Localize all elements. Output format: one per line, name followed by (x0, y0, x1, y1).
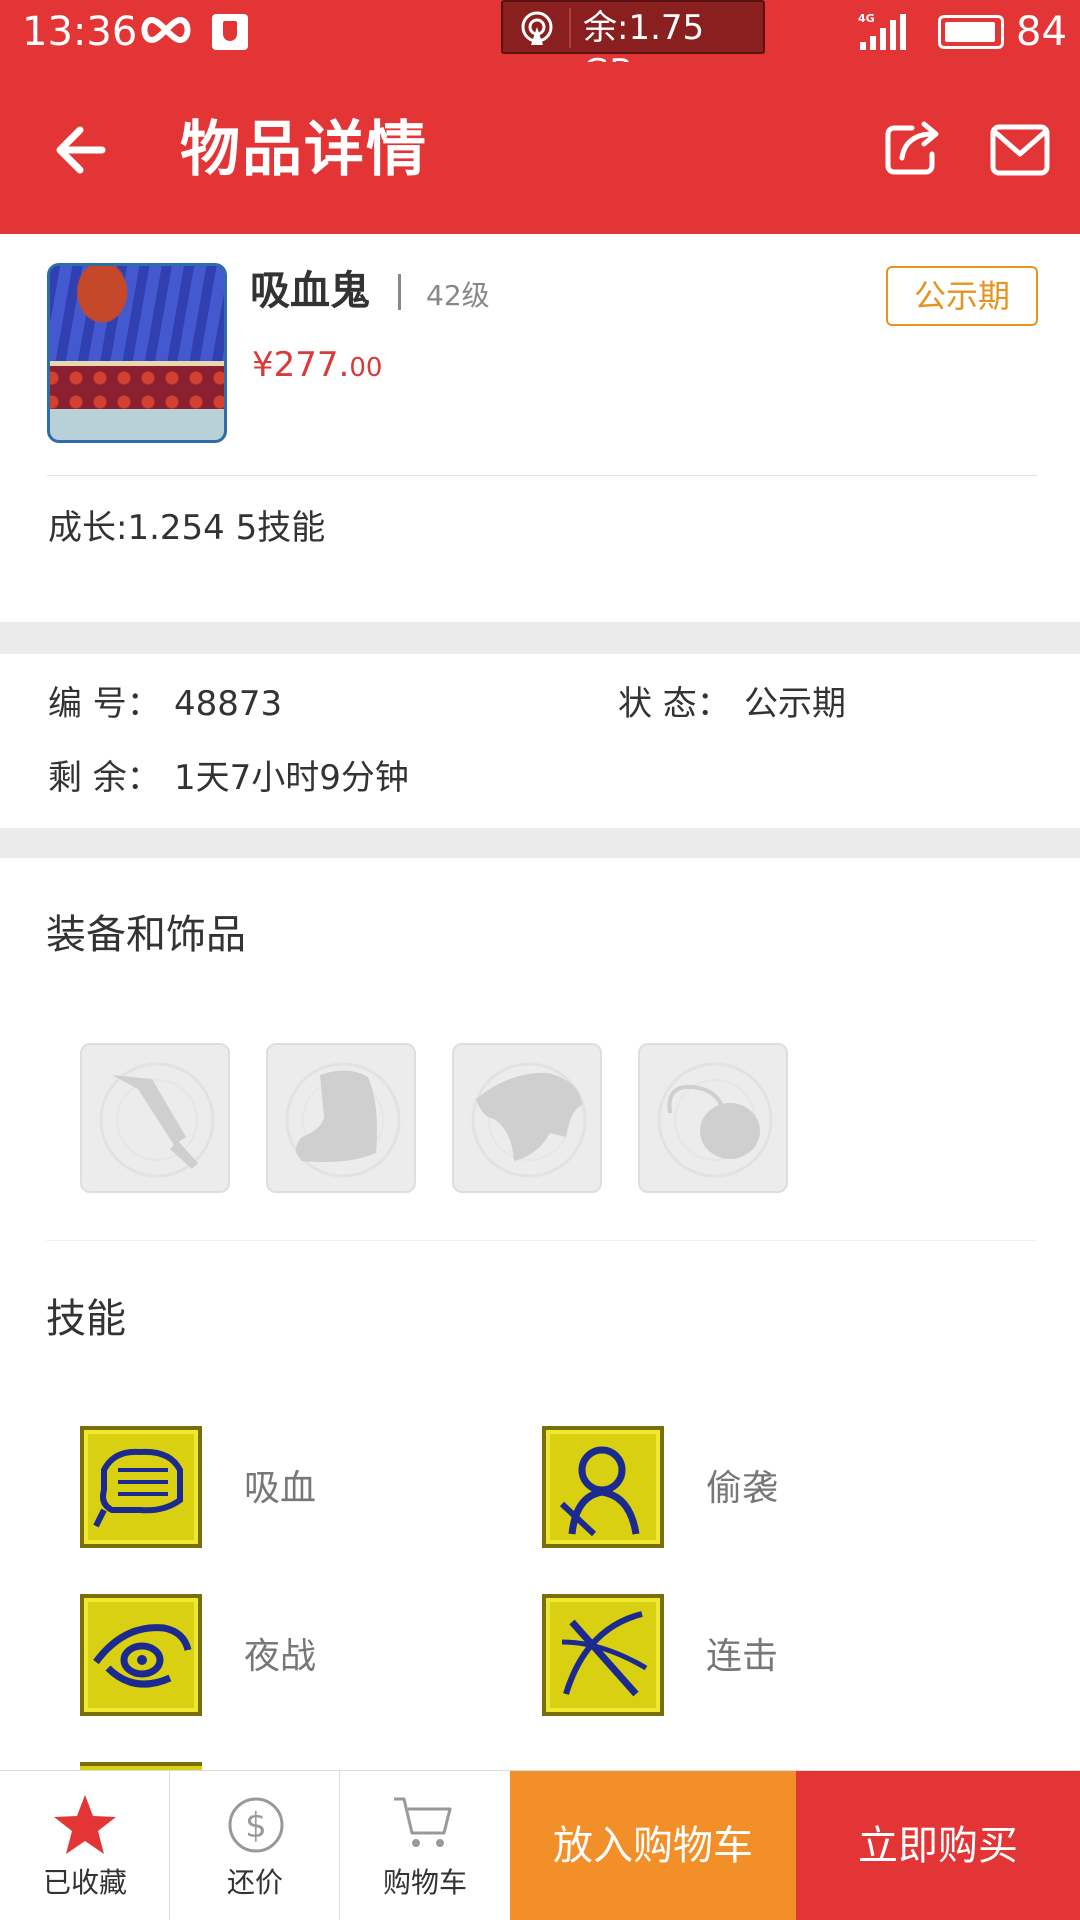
cart-button[interactable]: 购物车 (340, 1771, 510, 1920)
shield-icon (212, 14, 248, 50)
boots-slot-icon[interactable] (266, 1043, 416, 1193)
divider (47, 475, 1037, 476)
skills-title: 技能 (46, 1296, 126, 1342)
skill-name: 夜战 (244, 1636, 317, 1677)
cart-icon (394, 1797, 452, 1847)
battery-icon (938, 15, 1004, 49)
infinity-icon (138, 12, 194, 52)
bloodsuck-skill-icon[interactable] (80, 1426, 202, 1548)
mail-icon[interactable] (990, 124, 1050, 176)
item-level: 42级 (426, 279, 490, 312)
armor-slot-icon[interactable] (452, 1043, 602, 1193)
status-badge: 公示期 (886, 266, 1038, 326)
favorite-button[interactable]: 已收藏 (0, 1771, 170, 1920)
weapon-slot-icon[interactable] (80, 1043, 230, 1193)
skill-name: 偷袭 (706, 1468, 779, 1509)
app-bar: 物品详情 (0, 62, 1080, 234)
battery-level: 84 (1016, 9, 1067, 55)
growth-info: 成长:1.254 5技能 (48, 508, 326, 548)
combo-skill-icon[interactable] (542, 1594, 664, 1716)
item-price: ¥277.00 (252, 342, 382, 394)
data-divider (569, 8, 571, 48)
data-usage-indicator: 余:1.75 GB (501, 0, 765, 92)
star-icon (54, 1795, 116, 1854)
equipment-title: 装备和饰品 (46, 912, 246, 958)
dollar-icon: $ (228, 1797, 284, 1853)
skill-name: 连击 (706, 1636, 779, 1677)
signal-icon: 4G (858, 12, 914, 56)
name-level-divider (398, 274, 401, 310)
remaining-value: 1天7小时9分钟 (174, 758, 409, 798)
back-arrow-icon[interactable] (50, 120, 110, 180)
status-value: 公示期 (744, 684, 846, 724)
bargain-label: 还价 (226, 1866, 283, 1899)
bargain-button[interactable]: $ 还价 (170, 1771, 340, 1920)
bottom-action-bar: 已收藏 $ 还价 购物车 放入购物车 立即购买 (0, 1770, 1080, 1920)
price-integer: 277. (273, 345, 350, 385)
accessory-slot-icon[interactable] (638, 1043, 788, 1193)
skill-name: 吸血 (244, 1468, 317, 1509)
buy-now-button[interactable]: 立即购买 (796, 1771, 1080, 1920)
status-time: 13:36 (22, 9, 138, 55)
page-title: 物品详情 (180, 115, 428, 185)
section-gap (0, 622, 1080, 654)
favorite-label: 已收藏 (42, 1866, 127, 1899)
add-to-cart-button[interactable]: 放入购物车 (510, 1771, 796, 1920)
status-label: 状 态： (618, 684, 731, 724)
price-decimal: 00 (349, 353, 383, 383)
divider (46, 1240, 1036, 1241)
svg-text:$: $ (245, 1806, 267, 1846)
item-name: 吸血鬼 (250, 268, 370, 314)
status-bar: 13:36 余:1.75 GB 4G 84 (0, 0, 1080, 92)
network-type: 4G (858, 12, 875, 25)
item-thumbnail (47, 263, 227, 443)
remaining-label: 剩 余： (48, 758, 161, 798)
id-value: 48873 (174, 684, 283, 724)
sneak-attack-skill-icon[interactable] (542, 1426, 664, 1548)
night-fight-skill-icon[interactable] (80, 1594, 202, 1716)
section-gap (0, 828, 1080, 858)
share-icon[interactable] (882, 118, 942, 178)
cart-label: 购物车 (382, 1866, 467, 1899)
id-label: 编 号： (48, 684, 161, 724)
price-currency: ¥ (252, 345, 274, 385)
hotspot-icon (519, 11, 555, 51)
